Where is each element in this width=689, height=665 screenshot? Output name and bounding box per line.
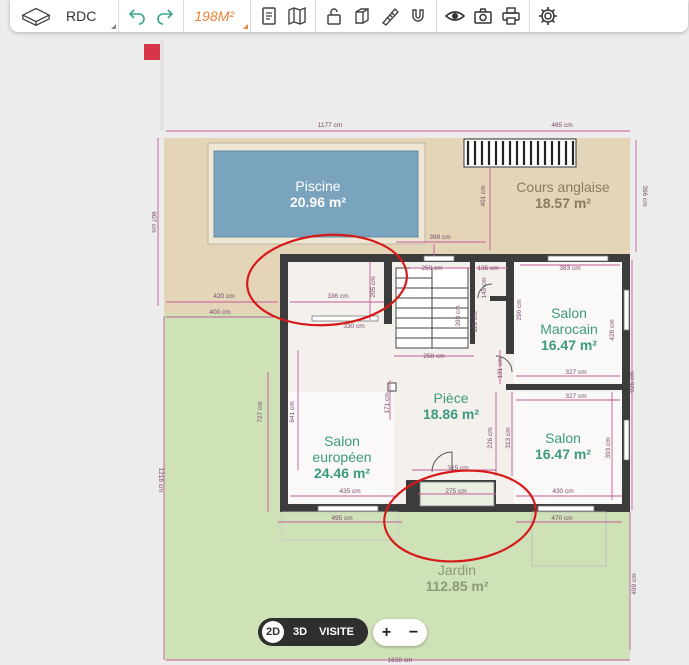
room-area-jardin: 112.85 m² xyxy=(425,578,488,594)
zoom-controls: + − xyxy=(373,619,427,646)
dim-label: 327 cm xyxy=(565,369,586,376)
room-name-salon-marocain-2: Marocain xyxy=(540,321,598,337)
room-area-cours-anglaise: 18.57 m² xyxy=(535,195,591,211)
room-area-salon-europeen: 24.46 m² xyxy=(314,465,370,481)
room-name-piscine: Piscine xyxy=(295,178,340,194)
dim-label: 296 cm xyxy=(516,299,523,320)
view-mode-toggle: 2D 3D VISITE xyxy=(258,618,368,646)
dim-label: 393 cm xyxy=(605,437,612,458)
room-area-salon-marocain: 16.47 m² xyxy=(541,337,597,353)
view-visite-button[interactable]: VISITE xyxy=(314,621,359,643)
dim-label: 430 cm xyxy=(552,488,573,495)
column xyxy=(387,382,397,392)
dim-label: 641 cm xyxy=(289,401,296,422)
dim-label: 393 cm xyxy=(455,305,462,326)
floor-plan[interactable]: 1177 cm 465 cm 399 cm 401 cm 396 cm 607 … xyxy=(0,0,689,665)
dim-label: 250 cm xyxy=(421,265,442,272)
room-name-salon-marocain-1: Salon xyxy=(551,305,587,321)
dim-label: 401 cm xyxy=(480,185,487,206)
view-2d-button[interactable]: 2D xyxy=(262,621,284,643)
dim-label: 205 cm xyxy=(370,276,377,297)
dim-label: 258 cm xyxy=(423,353,444,360)
dim-label: 420 cm xyxy=(213,293,234,300)
dim-label: 1218 cm xyxy=(157,468,164,493)
dim-label: 499 cm xyxy=(631,573,638,594)
dim-label: 495 cm xyxy=(331,515,352,522)
dim-label: 131 cm xyxy=(497,357,504,378)
dim-label: 145 cm xyxy=(481,277,488,298)
dim-label: 926 cm xyxy=(629,371,636,392)
dim-label: 275 cm xyxy=(445,488,466,495)
room-area-piece: 18.86 m² xyxy=(423,406,479,422)
dim-label: 313 cm xyxy=(505,427,512,448)
room-name-jardin: Jardin xyxy=(438,562,476,578)
dim-label: 399 cm xyxy=(429,234,450,241)
room-name-salon: Salon xyxy=(545,430,581,446)
zoom-in-button[interactable]: + xyxy=(373,619,400,646)
dim-label: 607 cm xyxy=(150,211,157,232)
dim-label: 327 cm xyxy=(565,393,586,400)
dim-label: 470 cm xyxy=(551,515,572,522)
view-3d-button[interactable]: 3D xyxy=(288,621,312,643)
dim-label: 1638 cm xyxy=(388,657,413,664)
dim-label: 465 cm xyxy=(551,122,572,129)
room-name-cours-anglaise: Cours anglaise xyxy=(516,179,610,195)
dim-label: 400 cm xyxy=(209,309,230,316)
room-name-piece: Pièce xyxy=(433,390,468,406)
dim-label: 383 cm xyxy=(559,265,580,272)
dim-label: 1177 cm xyxy=(318,122,342,129)
dim-label: 727 cm xyxy=(257,401,264,422)
dim-label: 396 cm xyxy=(641,185,648,206)
dim-label: 171 cm xyxy=(384,392,391,413)
dim-label: 435 cm xyxy=(339,488,360,495)
room-area-salon: 16.47 m² xyxy=(535,446,591,462)
dim-label: 336 cm xyxy=(327,293,348,300)
room-area-piscine: 20.96 m² xyxy=(290,194,346,210)
dim-label: 428 cm xyxy=(609,319,616,340)
room-name-salon-europeen-1: Salon xyxy=(324,433,360,449)
dim-label: 226 cm xyxy=(487,427,494,448)
dim-label: 129 cm xyxy=(472,311,479,332)
zoom-out-button[interactable]: − xyxy=(400,619,427,646)
dim-label: 135 cm xyxy=(477,265,498,272)
room-name-salon-europeen-2: européen xyxy=(312,449,371,465)
dim-label: 330 cm xyxy=(343,323,364,330)
